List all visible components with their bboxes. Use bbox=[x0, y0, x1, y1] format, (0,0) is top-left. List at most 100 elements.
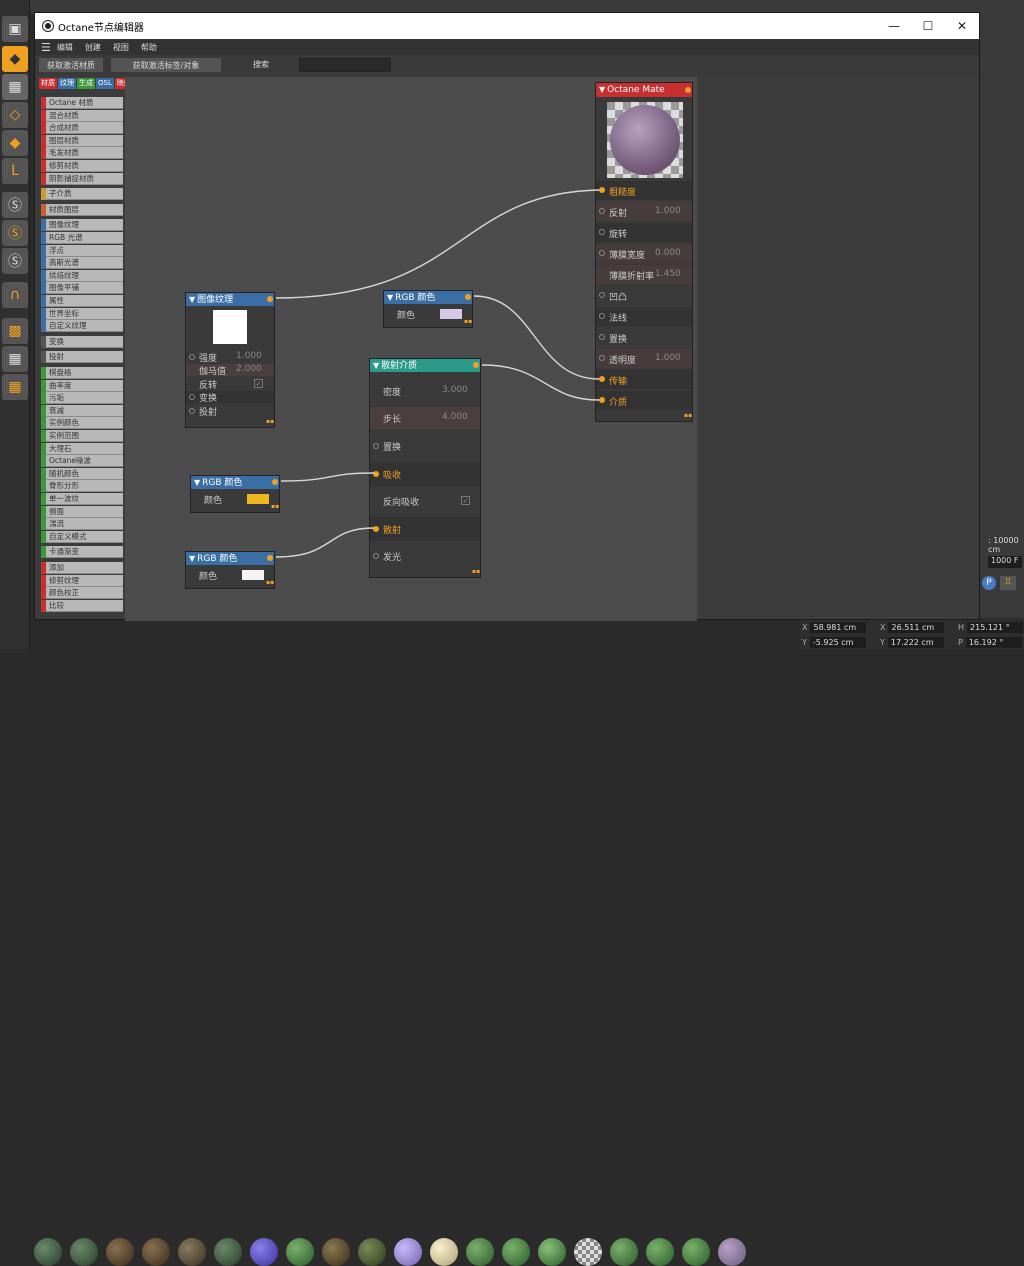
node-list-item[interactable]: 自定义纹理 bbox=[41, 320, 123, 333]
node-header[interactable]: ▼ RGB 颜色 bbox=[384, 291, 472, 304]
material-swatch[interactable] bbox=[70, 1238, 98, 1266]
rgb-color-node[interactable]: ▼ RGB 颜色 颜色 ▪▪ bbox=[190, 475, 280, 513]
hamburger-icon[interactable]: ☰ bbox=[41, 41, 51, 54]
node-list-item[interactable]: 修剪纹理 bbox=[41, 574, 123, 587]
input-pin[interactable] bbox=[373, 443, 379, 449]
node-header[interactable]: ▼ Octane Mate bbox=[596, 83, 692, 97]
cube-solid-icon[interactable]: ◆ bbox=[2, 130, 28, 156]
input-pin[interactable] bbox=[599, 397, 605, 403]
get-active-tag-button[interactable]: 获取激活标签/对象 bbox=[111, 58, 221, 72]
frame-field[interactable]: 1000 F bbox=[988, 556, 1022, 568]
node-header[interactable]: ▼ RGB 颜色 bbox=[191, 476, 279, 489]
resize-handle-icon[interactable]: ▪▪ bbox=[266, 580, 274, 586]
input-pin[interactable] bbox=[599, 292, 605, 298]
node-list-item[interactable]: 比较 bbox=[41, 599, 123, 612]
collapse-arrow-icon[interactable]: ▼ bbox=[189, 554, 195, 563]
grid-bracket-icon[interactable]: ▦ bbox=[2, 374, 28, 400]
strength-value[interactable]: 1.000 bbox=[236, 351, 262, 361]
x-position-field[interactable]: 58.981 cm bbox=[810, 622, 867, 633]
node-list-item[interactable]: 棋盘格 bbox=[41, 367, 123, 379]
output-pin[interactable] bbox=[685, 87, 691, 93]
output-pin[interactable] bbox=[272, 479, 278, 485]
node-list-item[interactable]: 高斯光谱 bbox=[41, 257, 123, 270]
collapse-arrow-icon[interactable]: ▼ bbox=[189, 295, 195, 304]
node-list-item[interactable]: 烘焙纹理 bbox=[41, 269, 123, 282]
rgb-color-node[interactable]: ▼ RGB 颜色 颜色 ▪▪ bbox=[185, 551, 275, 589]
output-pin[interactable] bbox=[473, 362, 479, 368]
material-swatch[interactable] bbox=[106, 1238, 134, 1266]
resize-handle-icon[interactable]: ▪▪ bbox=[464, 319, 472, 325]
node-list-item[interactable]: 实例范围 bbox=[41, 430, 123, 442]
node-list-item[interactable]: 图像纹理 bbox=[41, 219, 123, 232]
get-active-material-button[interactable]: 获取激活材质 bbox=[39, 58, 103, 72]
input-pin[interactable] bbox=[599, 376, 605, 382]
minimize-button[interactable]: — bbox=[877, 13, 911, 39]
node-list-item[interactable]: 世界坐标 bbox=[41, 307, 123, 320]
node-list-item[interactable]: 变换 bbox=[41, 335, 123, 348]
material-swatch[interactable] bbox=[430, 1238, 458, 1266]
node-list-item[interactable]: 图像平铺 bbox=[41, 282, 123, 295]
material-swatch[interactable] bbox=[502, 1238, 530, 1266]
input-pin[interactable] bbox=[373, 526, 379, 532]
node-list-item[interactable]: 大理石 bbox=[41, 442, 123, 455]
y-size-field[interactable]: 17.222 cm bbox=[887, 637, 944, 648]
node-list-item[interactable]: 添加 bbox=[41, 562, 123, 574]
material-swatch[interactable] bbox=[322, 1238, 350, 1266]
resize-handle-icon[interactable]: ▪▪ bbox=[472, 569, 480, 575]
x-size-field[interactable]: 26.511 cm bbox=[888, 622, 945, 633]
material-input-value[interactable]: 1.450 bbox=[655, 269, 681, 279]
gamma-value[interactable]: 2.000 bbox=[236, 364, 262, 374]
output-pin[interactable] bbox=[267, 555, 273, 561]
input-pin[interactable] bbox=[373, 471, 379, 477]
material-swatch[interactable] bbox=[34, 1238, 62, 1266]
category-tab[interactable]: 生成 bbox=[77, 78, 95, 89]
node-list-item[interactable]: 属性 bbox=[41, 295, 123, 307]
node-list-item[interactable]: 合成材质 bbox=[41, 122, 123, 135]
color-swatch[interactable] bbox=[247, 494, 269, 504]
category-tab[interactable]: OSL bbox=[96, 78, 114, 89]
node-list-item[interactable]: 卡通渐变 bbox=[41, 546, 123, 559]
node-list-item[interactable]: 混合材质 bbox=[41, 109, 123, 122]
collapse-arrow-icon[interactable]: ▼ bbox=[194, 478, 200, 487]
node-list-item[interactable]: 污垢 bbox=[41, 392, 123, 405]
node-list-item[interactable]: 材质图层 bbox=[41, 203, 123, 216]
material-swatch[interactable] bbox=[250, 1238, 278, 1266]
image-texture-node[interactable]: ▼ 图像纹理 强度 1.000 伽马值 2.000 反转 ✓ 变换 投射 ▪▪ bbox=[185, 292, 275, 428]
snap-s-icon[interactable]: Ⓢ bbox=[2, 192, 28, 218]
material-swatch[interactable] bbox=[682, 1238, 710, 1266]
input-pin[interactable] bbox=[189, 408, 195, 414]
resize-handle-icon[interactable]: ▪▪ bbox=[684, 413, 692, 419]
node-list-item[interactable]: 实例颜色 bbox=[41, 417, 123, 430]
material-swatch[interactable] bbox=[214, 1238, 242, 1266]
scattering-medium-node[interactable]: ▼ 散射介质 密度 3.000 步长 4.000 置换 吸收 反向吸收 ✓ 散射 … bbox=[369, 358, 481, 578]
node-list-item[interactable]: 自定义模式 bbox=[41, 530, 123, 543]
search-input[interactable] bbox=[299, 58, 391, 72]
node-list-item[interactable]: 曲率度 bbox=[41, 379, 123, 392]
snap-s2-icon[interactable]: Ⓢ bbox=[2, 220, 28, 246]
node-list-item[interactable]: 颜色校正 bbox=[41, 587, 123, 600]
checker-box-icon[interactable]: ▦ bbox=[2, 74, 28, 100]
node-list-item[interactable]: Octane噪波 bbox=[41, 455, 123, 468]
material-swatch[interactable] bbox=[142, 1238, 170, 1266]
rgb-color-node[interactable]: ▼ RGB 颜色 颜色 ▪▪ bbox=[383, 290, 473, 328]
input-pin[interactable] bbox=[599, 187, 605, 193]
material-swatch[interactable] bbox=[574, 1238, 602, 1266]
input-pin[interactable] bbox=[599, 208, 605, 214]
material-swatch[interactable] bbox=[394, 1238, 422, 1266]
h-rotation-field[interactable]: 215.121 ° bbox=[967, 622, 1024, 633]
node-list-item[interactable]: 修剪材质 bbox=[41, 160, 123, 172]
node-list-item[interactable]: 投射 bbox=[41, 351, 123, 364]
invert-checkbox[interactable]: ✓ bbox=[254, 379, 263, 388]
material-input-value[interactable]: 1.000 bbox=[655, 353, 681, 363]
input-pin[interactable] bbox=[373, 553, 379, 559]
node-list-item[interactable]: 图层材质 bbox=[41, 134, 123, 147]
density-value[interactable]: 3.000 bbox=[442, 385, 468, 395]
node-header[interactable]: ▼ 散射介质 bbox=[370, 359, 480, 372]
node-list-item[interactable]: 侧面 bbox=[41, 505, 123, 518]
y-position-field[interactable]: -5.925 cm bbox=[809, 637, 866, 648]
input-pin[interactable] bbox=[189, 354, 195, 360]
node-list-item[interactable]: 单一波纹 bbox=[41, 493, 123, 505]
material-swatch[interactable] bbox=[538, 1238, 566, 1266]
dots-icon[interactable]: ⠿ bbox=[1000, 576, 1016, 590]
collapse-arrow-icon[interactable]: ▼ bbox=[373, 361, 379, 370]
